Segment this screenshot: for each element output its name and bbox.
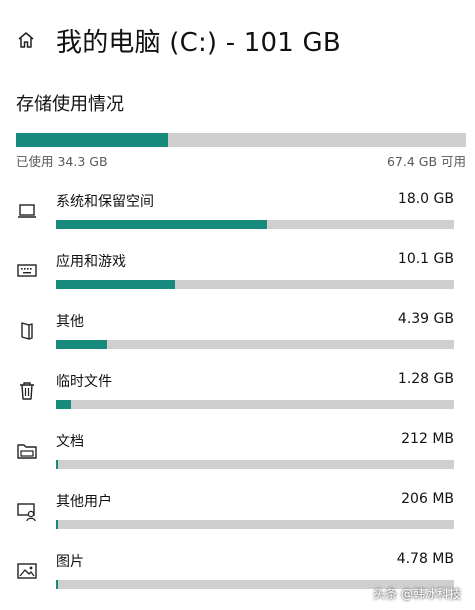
category-name: 其他 [56,314,84,330]
category-name: 其他用户 [56,494,112,510]
category-usage-bar [56,460,454,469]
category-usage-fill [56,220,267,229]
keyboard-icon [14,258,40,284]
category-size: 212 MB [401,431,454,447]
category-usage-fill [56,280,176,289]
category-size: 10.1 GB [397,251,454,267]
users-icon [14,498,40,524]
used-label: 已使用 34.3 GB [16,154,108,169]
category-usage-fill [56,400,72,409]
category-usage-bar [56,520,454,529]
category-usage-fill [56,520,59,529]
other-doc-icon [14,318,40,344]
overall-usage-bar[interactable] [16,133,466,147]
category-name: 临时文件 [56,374,112,390]
category-name: 应用和游戏 [56,254,126,270]
category-usage-bar [56,400,454,409]
storage-category-row[interactable]: 临时文件 1.28 GB [0,365,475,425]
category-usage-bar [56,340,454,349]
storage-category-row[interactable]: 文档 212 MB [0,425,475,485]
laptop-icon [14,198,40,224]
overall-usage-fill [16,133,168,147]
storage-category-row[interactable]: 应用和游戏 10.1 GB [0,245,475,305]
section-title: 存储使用情况 [16,94,124,115]
category-size: 4.78 MB [396,551,454,567]
category-name: 图片 [56,554,84,570]
storage-category-row[interactable]: 系统和保留空间 18.0 GB [0,185,475,245]
storage-category-row[interactable]: 其他 4.39 GB [0,305,475,365]
category-usage-bar [56,220,454,229]
free-label: 67.4 GB 可用 [386,154,466,169]
category-usage-fill [56,580,58,589]
category-size: 4.39 GB [397,311,454,327]
page-header: 我的电脑 (C:) - 101 GB [14,22,341,58]
overall-usage: 已使用 34.3 GB 67.4 GB 可用 [16,133,466,170]
page-title: 我的电脑 (C:) - 101 GB [56,27,341,58]
watermark: 头条 @韩冰科技 [373,587,461,601]
category-size: 206 MB [401,491,454,507]
storage-category-row[interactable]: 其他用户 206 MB [0,485,475,545]
category-name: 文档 [56,434,84,450]
folder-icon [14,438,40,464]
home-icon [18,32,34,48]
home-button[interactable] [14,28,38,52]
trash-icon [14,378,40,404]
category-name: 系统和保留空间 [56,194,154,210]
category-usage-fill [56,340,107,349]
category-usage-bar [56,280,454,289]
picture-icon [14,558,40,584]
category-size: 18.0 GB [397,191,454,207]
category-list: 系统和保留空间 18.0 GB 应用和游戏 10.1 GB 其他 4.39 GB 临时文件 1… [0,185,475,605]
category-usage-fill [56,460,59,469]
category-size: 1.28 GB [397,371,454,387]
